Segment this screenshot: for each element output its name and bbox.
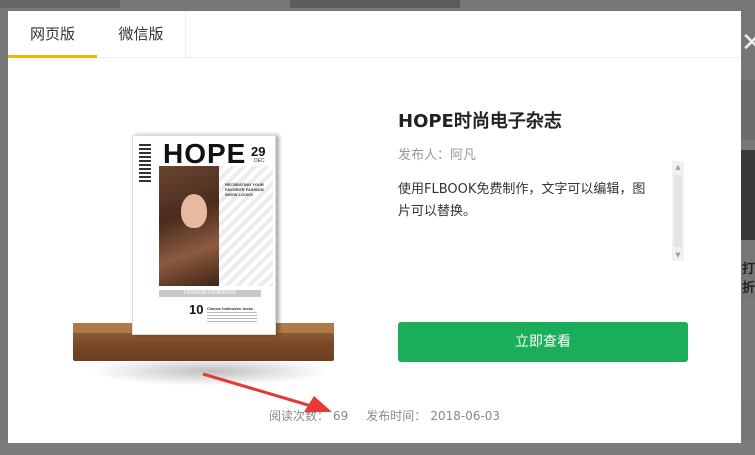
barcode-icon (139, 144, 151, 182)
scroll-thumb[interactable] (674, 175, 682, 247)
magazine-title: HOPE时尚电子杂志 (398, 111, 562, 132)
publish-date: 2018-06-03 (430, 409, 501, 423)
cover-model-face (181, 194, 207, 228)
magazine-day: 29 (251, 144, 266, 159)
background-tile (740, 300, 755, 400)
publish-date-label: 发布时间： (366, 409, 427, 423)
magazine-preview-modal: 网页版 微信版 HOPE 29 DEC RECREATING YOUR FAVO… (8, 11, 741, 443)
magazine-cover[interactable]: HOPE 29 DEC RECREATING YOUR FAVORITE FAS… (132, 135, 276, 335)
scroll-down-icon[interactable]: ▼ (672, 249, 684, 261)
magazine-month: DEC (254, 158, 265, 164)
background-tile (0, 0, 120, 8)
close-icon[interactable]: ✕ (741, 30, 755, 56)
reads-count: 69 (333, 409, 349, 423)
cover-text-lines (207, 312, 257, 322)
reads-label: 阅读次数： (269, 409, 330, 423)
magazine-cover-illustration: HOPE 29 DEC RECREATING YOUR FAVORITE FAS… (70, 131, 340, 386)
tab-bar: 网页版 微信版 (8, 11, 741, 58)
tab-wechat-version[interactable]: 微信版 (97, 11, 186, 58)
background-tile (290, 0, 460, 8)
view-now-button[interactable]: 立即查看 (398, 322, 688, 362)
background-tile (740, 80, 755, 140)
background-tile (740, 150, 755, 240)
background-edge-text: 打折 (742, 262, 755, 296)
cover-issue-text: Classic halloween looks (207, 306, 254, 311)
scroll-up-icon[interactable]: ▲ (672, 161, 684, 173)
cover-issue-number: 10 (189, 302, 204, 317)
description-box[interactable]: 使用FLBOOK免费制作，文字可以编辑，图片可以替换。 ▲ ▼ (398, 161, 688, 261)
description-scrollbar[interactable]: ▲ ▼ (672, 161, 684, 261)
description-text: 使用FLBOOK免费制作，文字可以编辑，图片可以替换。 (398, 182, 646, 219)
cover-tagline: RECREATING YOUR FAVORITE FASHION SHOW LO… (225, 182, 264, 197)
cover-band: FASHION LOOKBOOK (159, 290, 261, 297)
magazine-meta: 阅读次数： 69 发布时间： 2018-06-03 (269, 407, 504, 424)
tab-web-version[interactable]: 网页版 (8, 11, 97, 58)
